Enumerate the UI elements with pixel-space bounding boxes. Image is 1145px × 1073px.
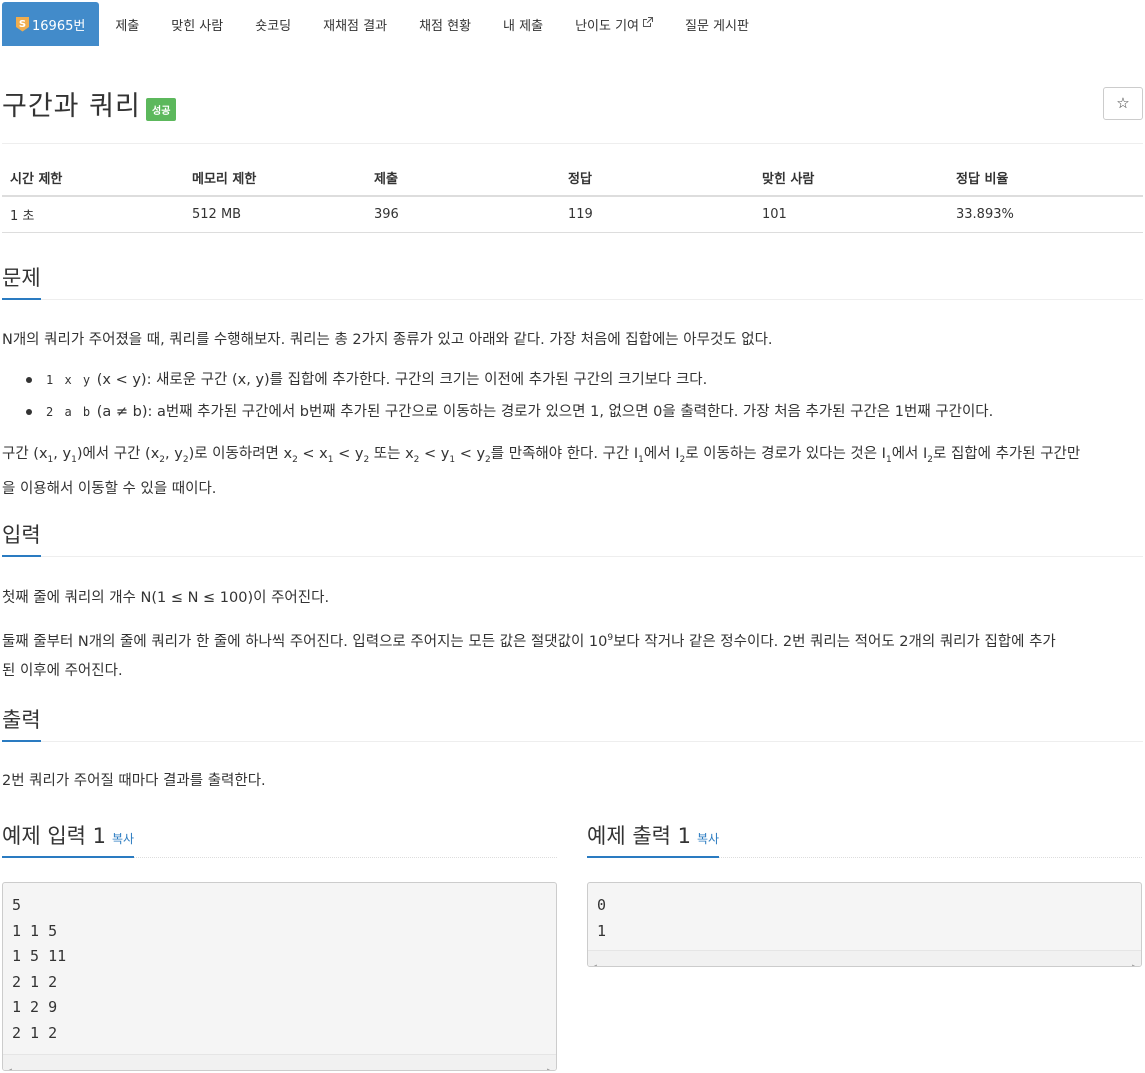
rule-line-2: 을 이용해서 이동할 수 있을 때이다. [2, 480, 217, 497]
input-line-2: 둘째 줄부터 N개의 줄에 쿼리가 한 줄에 하나씩 주어진다. 입력으로 주어… [2, 633, 1056, 650]
scroll-right-icon[interactable]: ▶ [1132, 954, 1137, 966]
table-header-row: 시간 제한 메모리 제한 제출 정답 맞힌 사람 정답 비율 [2, 160, 1143, 197]
section-title: 문제 [2, 262, 41, 300]
sample-line: 2 1 2 [12, 972, 58, 991]
table-header: 시간 제한 [2, 160, 184, 197]
rule-line-1: 구간 (x1, y1)에서 구간 (x2, y2)로 이동하려면 x2 < x1… [2, 446, 1081, 465]
sample-line: 2 1 2 [12, 1023, 58, 1042]
section-title: 예제 출력 1 복사 [587, 820, 720, 858]
table-header: 메모리 제한 [184, 160, 366, 197]
input-desc: 둘째 줄부터 N개의 줄에 쿼리가 한 줄에 하나씩 주어진다. 입력으로 주어… [2, 624, 1143, 686]
sample-line: 1 5 11 [12, 947, 67, 965]
tab-label: 맞힌 사람 [171, 18, 224, 34]
tab-difficulty[interactable]: 난이도 기여 [559, 2, 669, 46]
tab-label: 내 제출 [503, 18, 544, 34]
copy-output-button[interactable]: 복사 [697, 832, 719, 846]
tab-label: 숏코딩 [255, 18, 292, 34]
scroll-right-icon[interactable]: ▶ [547, 1058, 552, 1070]
table-header: 정답 [560, 160, 754, 197]
input-line-3: 된 이후에 주어진다. [2, 662, 123, 679]
tab-rejudge[interactable]: 재채점 결과 [307, 2, 403, 46]
tab-short-coding[interactable]: 숏코딩 [239, 2, 307, 46]
sample-output-box[interactable]: 0 1 ◀ ▶ [587, 882, 1142, 967]
tab-submit[interactable]: 제출 [99, 2, 155, 46]
tab-problem-label: 16965번 [32, 18, 86, 34]
tab-label: 난이도 기여 [575, 18, 639, 34]
sample-line: 1 2 9 [12, 998, 58, 1016]
output-section-head: 출력 [2, 704, 1143, 742]
statement-rule: 구간 (x1, y1)에서 구간 (x2, y2)로 이동하려면 x2 < x1… [2, 440, 1143, 504]
list-item: 2 a b (a ≠ b): a번째 추가된 구간에서 b번째 추가된 구간으로… [26, 396, 1126, 428]
tier-badge-icon: S [16, 16, 29, 32]
horizontal-scrollbar[interactable]: ◀ ▶ [3, 1054, 556, 1070]
list-item: 1 x y (x < y): 새로운 구간 (x, y)를 집합에 추가한다. … [26, 364, 1126, 396]
input-text: 보다 작거나 같은 정수이다. 2번 쿼리는 적어도 2개의 쿼리가 집합에 추… [613, 633, 1056, 650]
table-cell: 396 [366, 196, 560, 233]
tab-label: 채점 현황 [419, 18, 472, 34]
section-title: 출력 [2, 704, 41, 742]
table-header: 맞힌 사람 [754, 160, 948, 197]
input-section-head: 입력 [2, 519, 1143, 557]
title-row: 구간과 쿼리 성공 ☆ [2, 84, 1143, 144]
sample-output-head: 예제 출력 1 복사 [587, 820, 1142, 858]
query-desc: (x < y): 새로운 구간 (x, y)를 집합에 추가한다. 구간의 크기… [96, 372, 708, 388]
section-title: 예제 입력 1 복사 [2, 820, 135, 858]
problem-section-head: 문제 [2, 262, 1143, 300]
section-title: 입력 [2, 519, 41, 557]
tab-solved-users[interactable]: 맞힌 사람 [155, 2, 239, 46]
table-cell: 119 [560, 196, 754, 233]
tab-problem[interactable]: S 16965번 [2, 2, 100, 46]
sample-title: 예제 출력 1 [587, 824, 691, 848]
table-cell: 1 초 [2, 196, 184, 233]
tab-label: 제출 [115, 18, 140, 34]
tab-label: 재채점 결과 [323, 18, 388, 34]
sample-line: 5 [12, 896, 22, 914]
sample-line: 1 [597, 921, 607, 940]
input-line-1: 첫째 줄에 쿼리의 개수 N(1 ≤ N ≤ 100)이 주어진다. [2, 590, 330, 606]
page-title: 구간과 쿼리 [2, 91, 141, 122]
scroll-left-icon[interactable]: ◀ [7, 1058, 12, 1070]
query-list: 1 x y (x < y): 새로운 구간 (x, y)를 집합에 추가한다. … [26, 364, 1126, 428]
sample-line: 0 [597, 896, 607, 914]
table-row: 1 초 512 MB 396 119 101 33.893% [2, 196, 1143, 233]
sample-title: 예제 입력 1 [2, 824, 106, 848]
query-code: 2 a b [46, 405, 93, 419]
tab-my-submissions[interactable]: 내 제출 [487, 2, 559, 46]
tab-board[interactable]: 질문 게시판 [669, 2, 765, 46]
table-header: 정답 비율 [948, 160, 1143, 197]
table-header: 제출 [366, 160, 560, 197]
query-desc: (a ≠ b): a번째 추가된 구간에서 b번째 추가된 구간으로 이동하는 … [96, 404, 994, 420]
status-badge: 성공 [146, 98, 177, 121]
input-text: 둘째 줄부터 N개의 줄에 쿼리가 한 줄에 하나씩 주어진다. 입력으로 주어… [2, 633, 608, 650]
sample-input-box[interactable]: 5 1 1 5 1 5 11 2 1 2 1 2 9 2 1 2 ◀ ▶ [2, 882, 557, 1071]
sample-line: 1 1 5 [12, 921, 58, 940]
problem-menu: S 16965번 제출 맞힌 사람 숏코딩 재채점 결과 채점 현황 내 제출 … [2, 2, 1143, 46]
horizontal-scrollbar[interactable]: ◀ ▶ [588, 950, 1141, 966]
output-desc: 2번 쿼리가 주어질 때마다 결과를 출력한다. [2, 773, 266, 789]
table-cell: 33.893% [948, 196, 1143, 233]
favorite-button[interactable]: ☆ [1103, 87, 1143, 120]
external-link-icon [642, 17, 653, 31]
sample-input-head: 예제 입력 1 복사 [2, 820, 557, 858]
statement-intro: N개의 쿼리가 주어졌을 때, 쿼리를 수행해보자. 쿼리는 총 2가지 종류가… [2, 332, 773, 348]
problem-info-table: 시간 제한 메모리 제한 제출 정답 맞힌 사람 정답 비율 1 초 512 M… [2, 160, 1143, 233]
table-cell: 101 [754, 196, 948, 233]
tab-label: 질문 게시판 [685, 18, 749, 34]
star-icon: ☆ [1116, 94, 1130, 112]
query-code: 1 x y [46, 373, 93, 387]
tab-status[interactable]: 채점 현황 [403, 2, 487, 46]
copy-input-button[interactable]: 복사 [112, 832, 134, 846]
table-cell: 512 MB [184, 196, 366, 233]
scroll-left-icon[interactable]: ◀ [592, 954, 597, 966]
